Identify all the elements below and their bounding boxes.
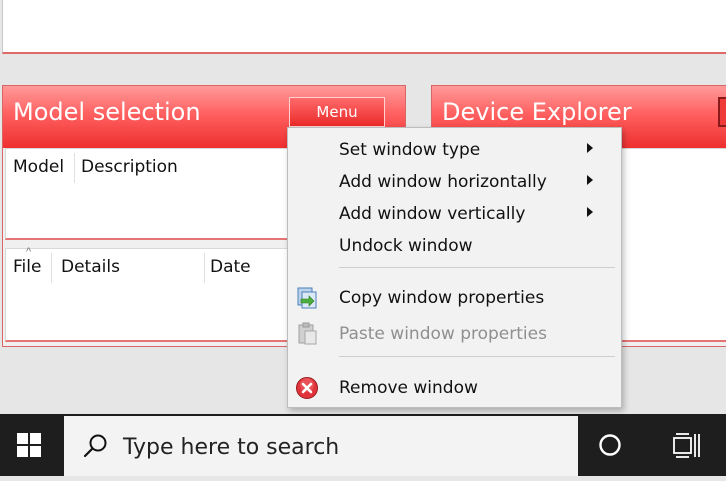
menu-item-label: Copy window properties bbox=[339, 288, 545, 308]
cortana-circle-icon bbox=[594, 434, 626, 465]
menu-separator bbox=[339, 356, 615, 357]
column-separator[interactable] bbox=[204, 253, 205, 283]
menu-item-add-window-horizontally[interactable]: Add window horizontally bbox=[288, 166, 621, 196]
paste-icon bbox=[295, 322, 319, 346]
remove-icon bbox=[295, 376, 319, 400]
device-menu-button[interactable] bbox=[718, 97, 726, 127]
copy-icon bbox=[295, 286, 319, 310]
menu-item-remove-window[interactable]: Remove window bbox=[288, 372, 621, 402]
menu-item-paste-window-properties[interactable]: Paste window properties bbox=[288, 318, 621, 348]
column-separator[interactable] bbox=[51, 253, 52, 283]
submenu-arrow-icon bbox=[587, 207, 593, 217]
menu-item-undock-window[interactable]: Undock window bbox=[288, 230, 621, 260]
task-view-button[interactable] bbox=[670, 429, 704, 461]
menu-item-label: Add window vertically bbox=[339, 204, 526, 224]
windows-logo-icon bbox=[0, 433, 58, 480]
menu-item-label: Paste window properties bbox=[339, 324, 547, 344]
column-header-date[interactable]: Date bbox=[210, 257, 251, 277]
search-icon bbox=[82, 432, 110, 460]
start-button[interactable] bbox=[0, 414, 58, 476]
menu-item-label: Undock window bbox=[339, 236, 473, 256]
submenu-arrow-icon bbox=[587, 175, 593, 185]
column-header-file[interactable]: File bbox=[13, 257, 41, 277]
context-menu: Set window type Add window horizontally … bbox=[287, 127, 622, 408]
cortana-button[interactable] bbox=[594, 429, 626, 461]
menu-button[interactable]: Menu bbox=[289, 97, 385, 127]
device-explorer-title: Device Explorer bbox=[442, 98, 632, 126]
taskbar: Type here to search bbox=[0, 414, 726, 476]
menu-separator bbox=[339, 267, 615, 268]
search-placeholder: Type here to search bbox=[123, 435, 340, 460]
task-view-icon bbox=[670, 433, 704, 465]
taskbar-search-box[interactable]: Type here to search bbox=[64, 416, 578, 476]
column-header-model[interactable]: Model bbox=[13, 157, 64, 177]
menu-item-set-window-type[interactable]: Set window type bbox=[288, 134, 621, 164]
top-panel bbox=[2, 0, 726, 54]
column-header-details[interactable]: Details bbox=[61, 257, 120, 277]
model-selection-title: Model selection bbox=[13, 98, 201, 126]
menu-item-label: Set window type bbox=[339, 140, 481, 160]
menu-item-copy-window-properties[interactable]: Copy window properties bbox=[288, 282, 621, 312]
menu-item-label: Add window horizontally bbox=[339, 172, 547, 192]
menu-item-label: Remove window bbox=[339, 378, 478, 398]
submenu-arrow-icon bbox=[587, 143, 593, 153]
column-separator[interactable] bbox=[74, 153, 75, 183]
column-header-description[interactable]: Description bbox=[81, 157, 178, 177]
menu-item-add-window-vertically[interactable]: Add window vertically bbox=[288, 198, 621, 228]
